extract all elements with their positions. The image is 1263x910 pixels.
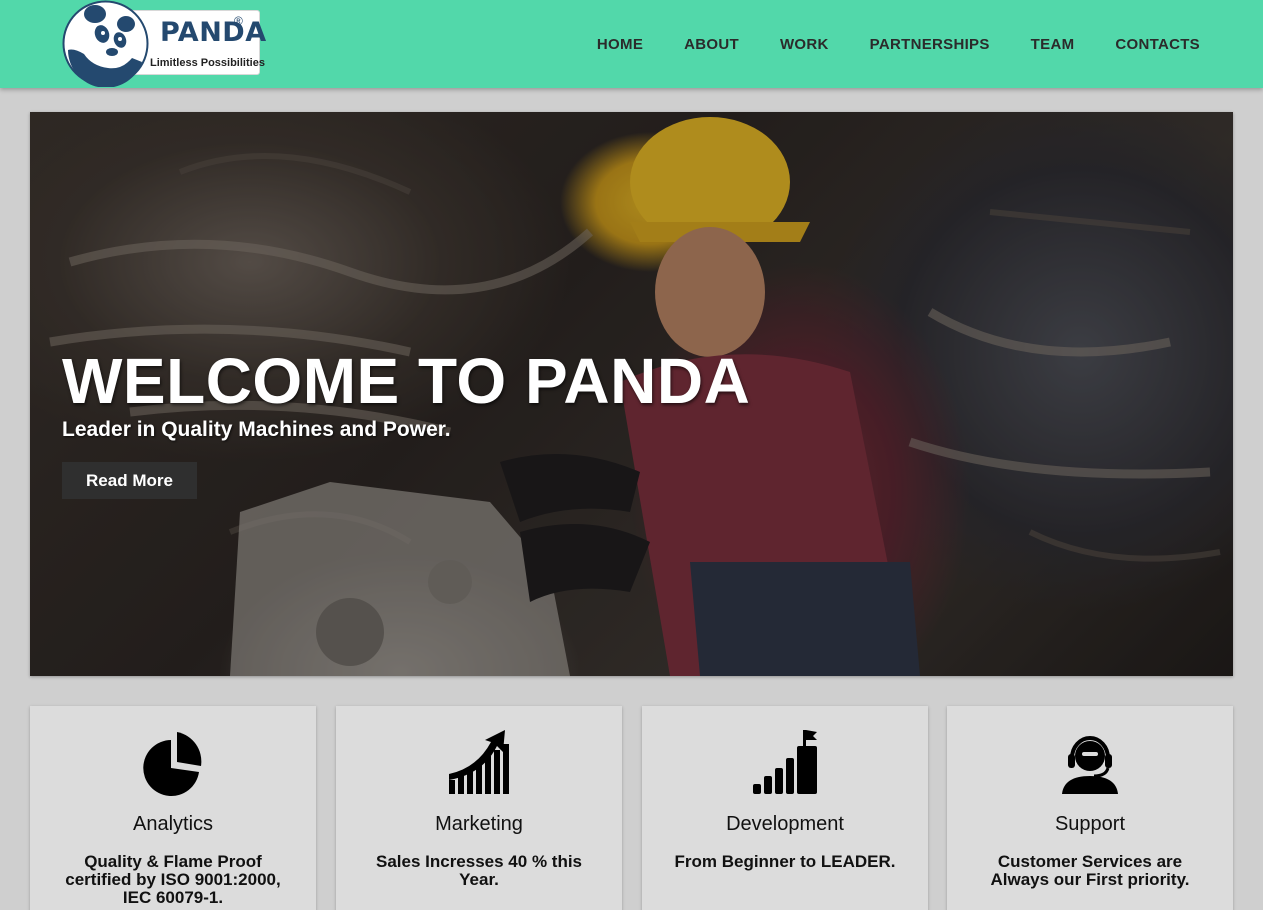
logo-name: PANDA — [160, 17, 267, 48]
growth-chart-icon — [449, 730, 509, 794]
card-development: Development From Beginner to LEADER. — [642, 706, 928, 910]
main-nav: HOME ABOUT WORK PARTNERSHIPS TEAM CONTAC… — [556, 36, 1200, 53]
hero-subtitle: Leader in Quality Machines and Power. — [62, 418, 451, 441]
card-marketing: Marketing Sales Incresses 40 % this Year… — [336, 706, 622, 910]
card-title: Support — [1054, 813, 1126, 835]
card-text: From Beginner to LEADER. — [674, 852, 896, 871]
card-support: Support Customer Services are Always our… — [947, 706, 1233, 910]
nav-team[interactable]: TEAM — [1031, 36, 1075, 53]
card-text: Quality & Flame Proof certified by ISO 9… — [65, 852, 281, 907]
card-title: Development — [726, 813, 844, 835]
brand-logo[interactable]: PANDA ® Limitless Possibilities — [62, 0, 266, 87]
pie-chart-icon — [143, 732, 202, 796]
hero-banner: WELCOME TO PANDA Leader in Quality Machi… — [30, 112, 1233, 676]
bars-flag-icon — [753, 730, 817, 794]
nav-work[interactable]: WORK — [780, 36, 829, 53]
nav-home[interactable]: HOME — [597, 36, 643, 53]
nav-about[interactable]: ABOUT — [684, 36, 739, 53]
card-analytics: Analytics Quality & Flame Proof certifie… — [30, 706, 316, 910]
nav-contacts[interactable]: CONTACTS — [1115, 36, 1200, 53]
read-more-button[interactable]: Read More — [62, 462, 197, 499]
hero-title: WELCOME TO PANDA — [62, 345, 751, 417]
card-title: Analytics — [132, 813, 214, 835]
panda-icon — [62, 0, 149, 87]
card-text: Customer Services are Always our First p… — [990, 852, 1190, 889]
nav-partnerships[interactable]: PARTNERSHIPS — [870, 36, 990, 53]
card-title: Marketing — [435, 813, 523, 835]
card-text: Sales Incresses 40 % this Year. — [375, 852, 583, 889]
headset-support-icon — [1062, 736, 1118, 794]
registered-mark: ® — [234, 14, 243, 28]
site-header: PANDA ® Limitless Possibilities HOME ABO… — [0, 0, 1263, 88]
logo-tagline: Limitless Possibilities — [150, 57, 265, 69]
